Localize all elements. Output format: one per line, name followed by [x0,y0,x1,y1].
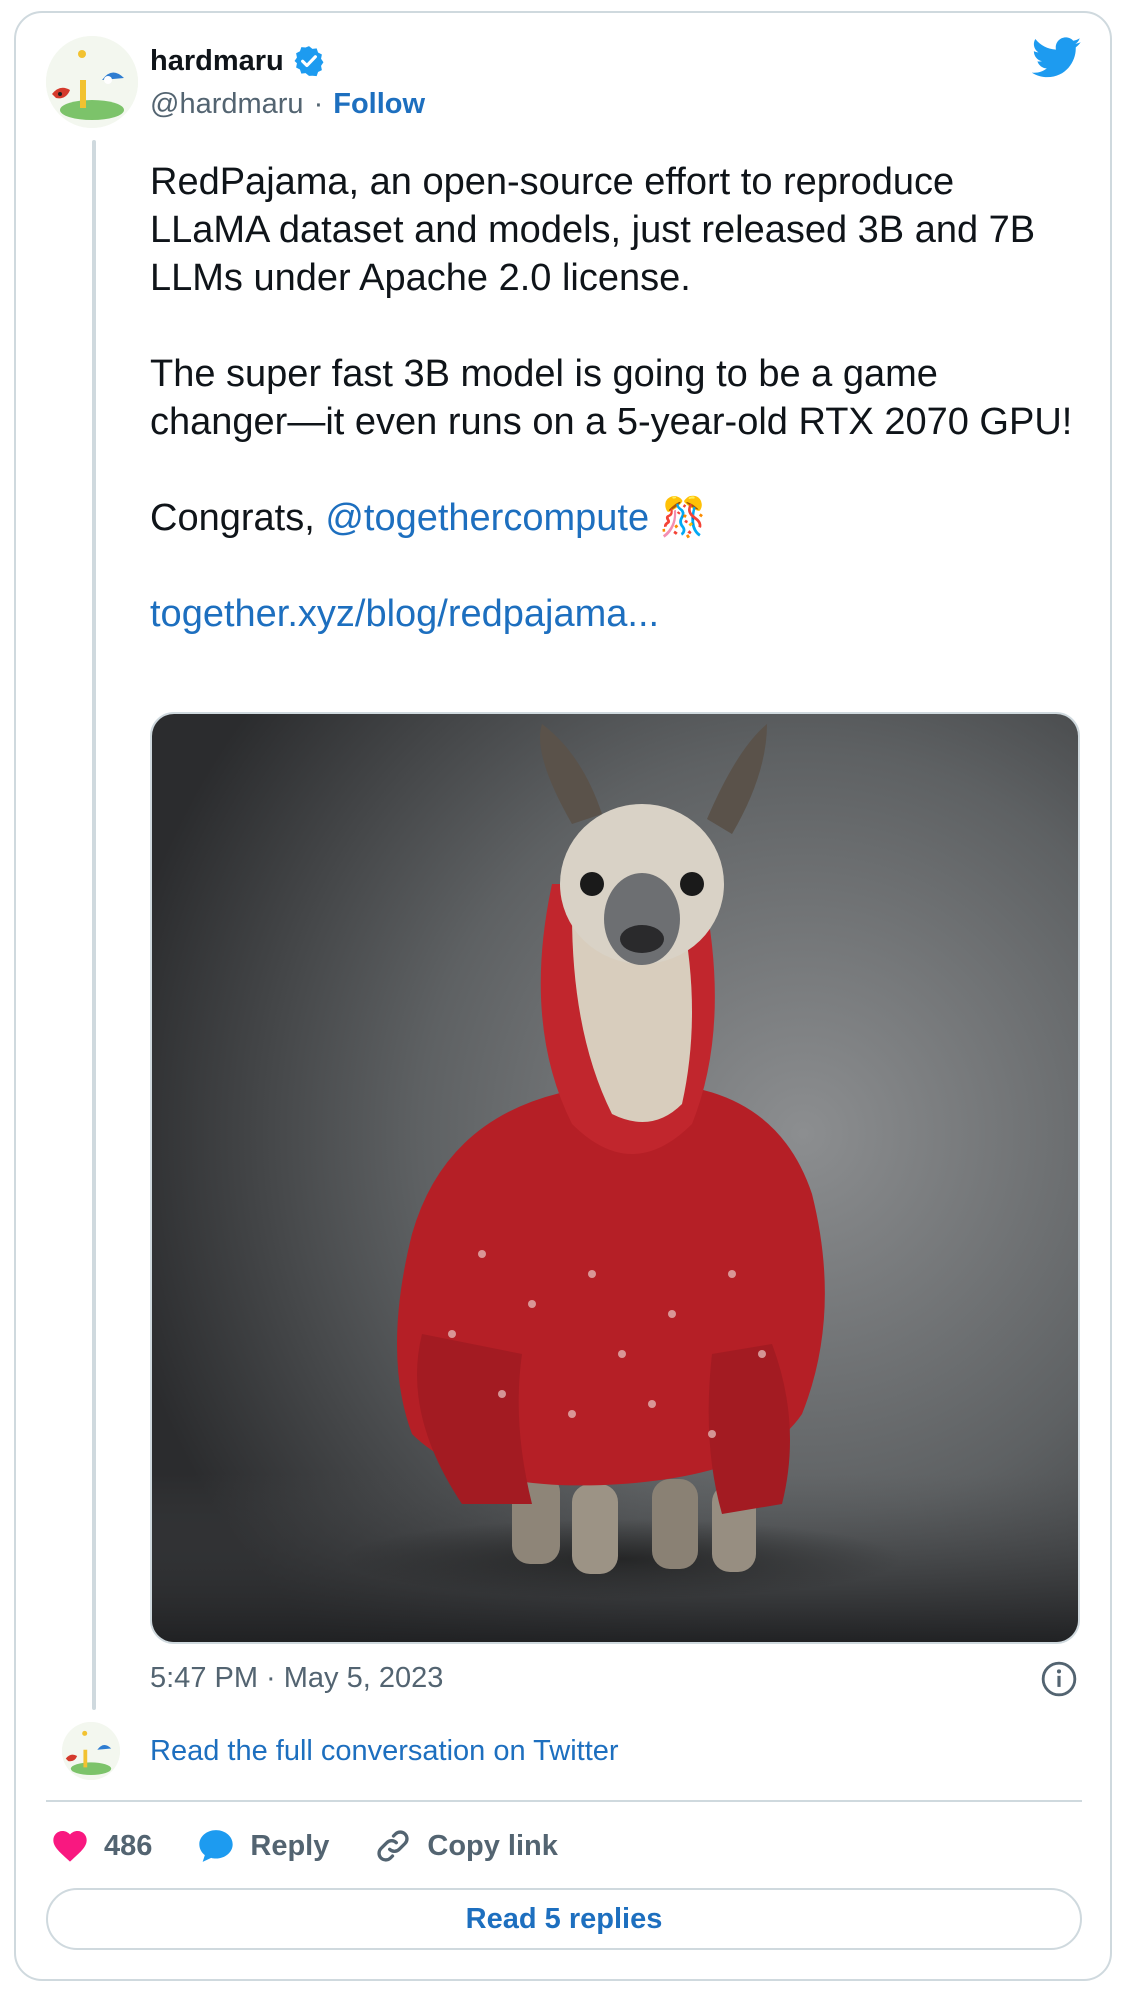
handle-separator: · [313,88,324,120]
copy-link-label: Copy link [427,1829,558,1862]
author-display-name[interactable]: hardmaru [150,45,284,78]
reply-button[interactable]: Reply [196,1826,329,1866]
link-icon [377,1830,409,1862]
tweet-actions: 486 Reply Copy link [50,1822,602,1870]
actions-divider [46,1800,1082,1802]
conversation-avatar [62,1722,120,1780]
twitter-bird-icon[interactable] [1032,36,1082,80]
follow-button[interactable]: Follow [333,88,425,121]
llama-photo [152,714,1078,1642]
reply-label: Reply [250,1829,330,1862]
like-count: 486 [104,1829,153,1862]
mention-link[interactable]: @togethercompute [325,497,649,539]
author-name-row: hardmaru [150,44,326,78]
avatar-illustration [46,36,138,128]
read-full-conversation-link[interactable]: Read the full conversation on Twitter [150,1735,619,1768]
read-replies-button[interactable]: Read 5 replies [46,1888,1082,1950]
speech-bubble-icon [199,1830,234,1862]
tweet-congrats-line: Congrats, @togethercompute 🎊 [150,494,1080,542]
copy-link-button[interactable]: Copy link [373,1826,558,1866]
like-button[interactable]: 486 [50,1826,152,1866]
verified-badge-icon [294,46,324,77]
tweet-timestamp[interactable]: 5:47 PM · May 5, 2023 [150,1662,443,1695]
congrats-text: Congrats, [150,497,326,539]
tweet-paragraph-2: The super fast 3B model is going to be a… [150,353,1073,443]
thread-line [92,140,96,1710]
tweet-media-image[interactable] [150,712,1080,1644]
author-handle-row: @hardmaru · Follow [150,88,425,121]
author-avatar[interactable] [46,36,138,128]
small-avatar-illustration [62,1722,120,1780]
tweet-paragraph-1: RedPajama, an open-source effort to repr… [150,161,1036,299]
tweet-text: RedPajama, an open-source effort to repr… [150,158,1080,638]
info-icon[interactable] [1040,1660,1078,1698]
author-handle[interactable]: @hardmaru [150,88,304,121]
heart-icon [53,1831,87,1862]
blog-link[interactable]: together.xyz/blog/redpajama... [150,593,659,635]
party-popper-emoji: 🎊 [659,497,707,539]
